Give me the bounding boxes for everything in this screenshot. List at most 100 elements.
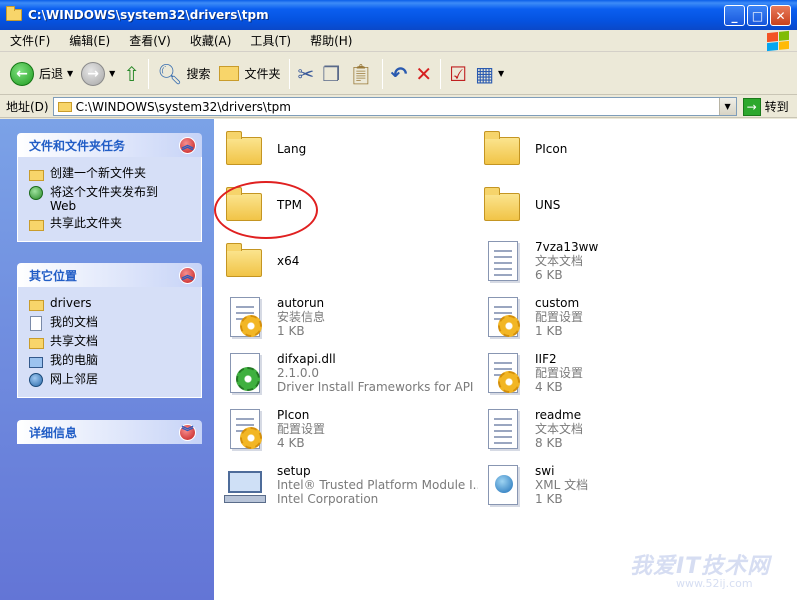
forward-button[interactable]: → ▼ [77,57,119,91]
chevron-down-icon[interactable]: ▼ [718,98,736,115]
address-input[interactable]: C:\WINDOWS\system32\drivers\tpm ▼ [52,97,737,116]
file-item-uns[interactable]: UNS [478,179,738,231]
file-type: XML 文档 [535,478,589,492]
file-item-custom[interactable]: custom 配置设置 1 KB [478,291,738,343]
share-folder-icon [28,220,44,231]
views-button[interactable]: ▦ ▼ [471,57,508,91]
other-places-panel: 其它位置 ︽ drivers 我的文档 共享文档 我的电脑 网上邻居 [17,263,202,398]
menu-favorites[interactable]: 收藏(A) [180,32,241,49]
file-type: 安装信息 [277,310,326,324]
menu-edit[interactable]: 编辑(E) [59,32,119,49]
menu-help[interactable]: 帮助(H) [300,32,361,49]
cut-button[interactable]: ✂ [294,57,319,91]
place-drivers[interactable]: drivers [28,296,193,312]
task-share-folder[interactable]: 共享此文件夹 [28,216,193,232]
file-name: x64 [277,254,300,268]
file-name: setup [277,464,311,478]
chevron-down-icon[interactable]: ▼ [109,69,115,78]
file-size: 1 KB [277,324,305,338]
chevron-down-icon: ▼ [497,69,505,78]
menu-view[interactable]: 查看(V) [119,32,180,49]
windows-logo-icon [767,30,789,52]
expand-icon[interactable]: ︾ [179,423,196,441]
file-description: Driver Install Frameworks for API li... [277,380,478,394]
file-name: UNS [535,198,561,212]
folder-icon [226,243,262,277]
menu-bar: 文件(F) 编辑(E) 查看(V) 收藏(A) 工具(T) 帮助(H) [0,30,797,52]
file-item-iif2[interactable]: IIF2 配置设置 4 KB [478,347,738,399]
minimize-button[interactable]: _ [724,5,745,26]
file-name: readme [535,408,582,422]
file-tasks-header[interactable]: 文件和文件夹任务 ︽ [17,133,202,157]
paste-button[interactable]: 📋︎ [344,57,377,91]
file-name: swi [535,464,555,478]
place-label: 我的电脑 [50,353,99,367]
file-item-lang[interactable]: Lang [220,123,480,175]
file-name: IIF2 [535,352,557,366]
gear-icon [240,427,262,449]
copy-button[interactable]: ❐ [318,57,344,91]
place-label: drivers [50,296,92,310]
menu-file[interactable]: 文件(F) [0,32,59,49]
place-network[interactable]: 网上邻居 [28,372,193,388]
file-type: 配置设置 [277,422,326,436]
file-size: 1 KB [535,492,563,506]
file-item-swi[interactable]: swi XML 文档 1 KB [478,459,738,511]
file-item-7vza13ww[interactable]: 7vza13ww 文本文档 6 KB [478,235,738,287]
close-button[interactable]: ✕ [770,5,791,26]
file-item-picon-folder[interactable]: PIcon [478,123,738,175]
up-arrow-icon: ⇧ [123,61,141,86]
undo-icon: ↶ [390,61,408,86]
folder-icon [28,338,44,349]
search-button[interactable]: 🔍︎ 搜索 [153,57,214,91]
task-label: 将这个文件夹发布到 [50,185,159,199]
title-bar: C:\WINDOWS\system32\drivers\tpm _ □ ✕ [0,0,797,30]
place-shared-documents[interactable]: 共享文档 [28,334,193,350]
gear-icon [240,315,262,337]
chevron-down-icon[interactable]: ▼ [67,69,73,78]
file-size: 8 KB [535,436,563,450]
place-label: 共享文档 [50,334,99,348]
file-item-picon-config[interactable]: PIcon 配置设置 4 KB [220,403,480,455]
new-folder-icon [28,170,44,181]
file-item-difxapi[interactable]: difxapi.dll 2.1.0.0 Driver Install Frame… [220,347,478,399]
collapse-icon[interactable]: ︽ [179,266,196,284]
file-item-autorun[interactable]: autorun 安装信息 1 KB [220,291,480,343]
details-header[interactable]: 详细信息 ︾ [17,420,202,444]
place-my-documents[interactable]: 我的文档 [28,315,193,331]
menu-tools[interactable]: 工具(T) [240,32,300,49]
delete-x-icon: ✕ [415,61,433,86]
other-places-header[interactable]: 其它位置 ︽ [17,263,202,287]
folder-icon [28,300,44,311]
maximize-button[interactable]: □ [747,5,768,26]
views-grid-icon: ▦ [475,61,494,86]
place-my-computer[interactable]: 我的电脑 [28,353,193,369]
file-name: Lang [277,142,307,156]
highlight-circle-annotation [214,181,318,239]
properties-button[interactable]: ☑ [445,57,471,91]
file-type: 文本文档 [535,254,584,268]
file-item-readme[interactable]: readme 文本文档 8 KB [478,403,738,455]
file-item-setup[interactable]: setup Intel® Trusted Platform Module I..… [220,459,478,511]
go-button[interactable]: → 转到 [742,97,789,116]
collapse-icon[interactable]: ︽ [179,136,196,154]
delete-button[interactable]: ✕ [411,57,436,91]
folders-button[interactable]: 文件夹 [215,57,285,91]
properties-icon: ☑ [449,61,468,86]
file-item-x64[interactable]: x64 [220,235,480,287]
task-new-folder[interactable]: 创建一个新文件夹 [28,166,193,182]
copy-icon: ❐ [322,61,341,86]
task-label: 共享此文件夹 [50,216,123,230]
go-label: 转到 [764,100,789,114]
file-name: custom [535,296,580,310]
computer-icon [29,356,43,368]
search-icon: 🔍︎ [157,61,183,86]
folder-icon [484,187,520,221]
file-name: PIcon [277,408,310,422]
back-button[interactable]: ← 后退 ▼ [6,57,77,91]
undo-button[interactable]: ↶ [387,57,412,91]
up-folder-button[interactable]: ⇧ [119,57,144,91]
task-label: Web [50,199,77,213]
folder-icon [6,6,22,21]
task-publish-web[interactable]: 将这个文件夹发布到 Web [28,185,193,213]
